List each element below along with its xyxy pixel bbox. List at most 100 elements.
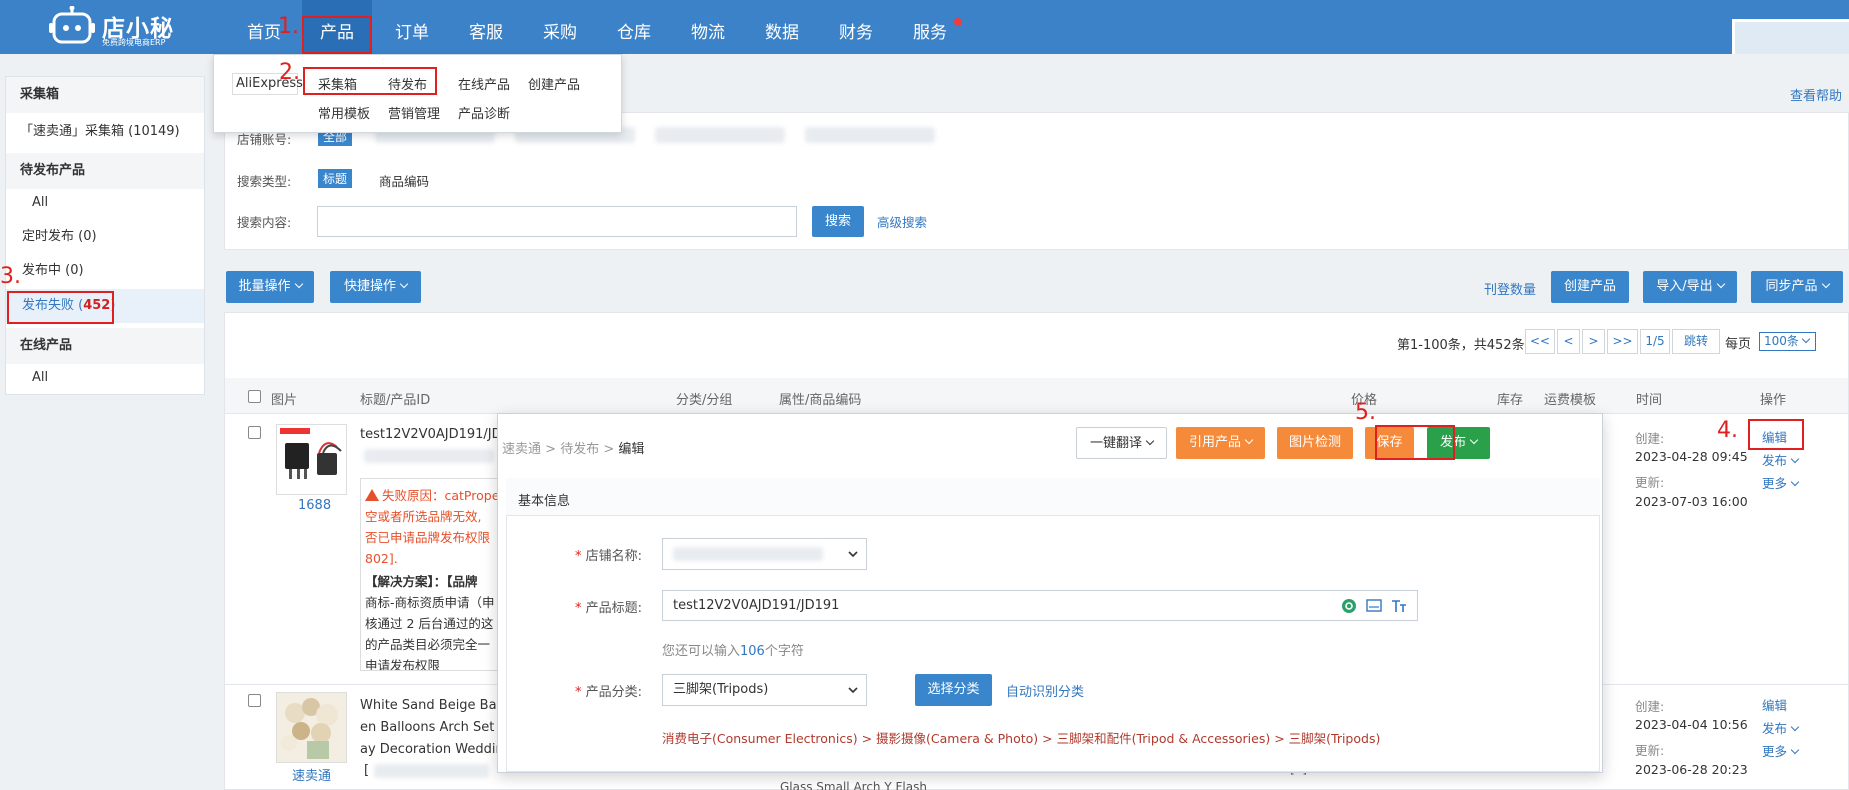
nav-service[interactable]: 客服 (456, 0, 516, 54)
cite-product-button[interactable]: 引用产品 (1176, 427, 1265, 459)
row2-more-link[interactable]: 更多 (1762, 741, 1800, 760)
pager-last[interactable]: >> (1607, 329, 1638, 354)
nav-warehouse[interactable]: 仓库 (604, 0, 664, 54)
help-link[interactable]: 查看帮助 (1790, 85, 1842, 104)
sidebar-item-publishing[interactable]: 发布中 (0) (6, 254, 204, 288)
product-image-relay[interactable] (276, 424, 347, 495)
product-title-input[interactable]: test12V2V0AJD191/JD191 (662, 590, 1418, 621)
nav-services[interactable]: 服务 (900, 0, 960, 54)
nav-data[interactable]: 数据 (752, 0, 812, 54)
nav-purchase[interactable]: 采购 (530, 0, 590, 54)
create-product-button[interactable]: 创建产品 (1551, 271, 1629, 303)
basic-info-title: 基本信息 (518, 494, 571, 509)
row1-updated: 2023-07-03 16:00 (1635, 494, 1748, 509)
pager-first[interactable]: << (1525, 329, 1555, 354)
listing-count-link[interactable]: 刊登数量 (1484, 279, 1536, 298)
search-button[interactable]: 搜索 (812, 206, 864, 237)
shop-name-blurred (673, 547, 823, 561)
menu-item-online-products[interactable]: 在线产品 (458, 74, 510, 93)
sidebar-item-online-all[interactable]: All (6, 361, 204, 395)
row2-title[interactable]: White Sand Beige Ballo en Balloons Arch … (360, 695, 513, 761)
shop-option-blurred[interactable] (805, 127, 935, 143)
row2-product-id-blurred (374, 764, 489, 778)
image-text-icon[interactable] (1366, 599, 1382, 613)
pager-prev[interactable]: < (1557, 329, 1580, 354)
table-header (225, 378, 1848, 414)
text-format-icon[interactable] (1391, 598, 1407, 614)
col-actions: 操作 (1760, 393, 1787, 408)
crumb-aliexpress[interactable]: 速卖通 (502, 442, 541, 457)
select-all-checkbox[interactable] (248, 390, 261, 403)
per-page-select[interactable]: 100条 (1759, 332, 1816, 351)
breadcrumb: 速卖通 > 待发布 > 编辑 (502, 442, 645, 457)
row1-created: 2023-04-28 09:45 (1635, 449, 1748, 464)
search-type-code[interactable]: 商品编码 (379, 171, 429, 190)
sync-products-button[interactable]: 同步产品 (1751, 271, 1843, 303)
auto-detect-category-link[interactable]: 自动识别分类 (1006, 681, 1084, 700)
step-2-annotation: 2. (279, 60, 300, 85)
search-type-title[interactable]: 标题 (318, 169, 353, 188)
col-title: 标题/产品ID (360, 393, 431, 408)
row2-updated: 2023-06-28 20:23 (1635, 762, 1748, 777)
row-checkbox[interactable] (248, 694, 261, 707)
logo-subtitle: 免费跨境电商ERP (102, 38, 166, 47)
col-shipping: 运费模板 (1544, 393, 1597, 408)
shop-option-blurred[interactable] (655, 127, 785, 143)
crumb-pending[interactable]: 待发布 (560, 442, 599, 457)
menu-item-create-product[interactable]: 创建产品 (528, 74, 580, 93)
row2-attribute: Glass Small Arch Y Flash (780, 780, 927, 790)
ai-assist-icon[interactable] (1341, 598, 1357, 614)
choose-category-button[interactable]: 选择分类 (915, 674, 992, 706)
sidebar-item-aliexpress-collect[interactable]: 「速卖通」采集箱 (10149) (6, 115, 204, 149)
row-checkbox[interactable] (248, 426, 261, 439)
advanced-search-link[interactable]: 高级搜索 (877, 212, 927, 231)
row1-more-link[interactable]: 更多 (1762, 473, 1800, 492)
step-5-annotation: 5. (1355, 400, 1376, 425)
row1-title[interactable]: test12V2V0AJD191/JD1 (360, 427, 510, 442)
category-path: 消费电子(Consumer Electronics) > 摄影摄像(Camera… (662, 731, 1381, 746)
per-page-label: 每页 (1725, 337, 1752, 352)
pager-next[interactable]: > (1582, 329, 1605, 354)
shop-name-select[interactable] (662, 538, 867, 570)
sidebar-section-online: 在线产品 (6, 328, 204, 364)
row2-id-bracket: [ (364, 763, 370, 778)
pager-jump[interactable]: 跳转 (1672, 329, 1720, 354)
robot-logo-icon (49, 6, 95, 44)
step-4-highlight (1748, 419, 1804, 450)
row1-updated-label: 更新: (1635, 475, 1665, 490)
title-char-hint: 您还可以输入106个字符 (662, 644, 804, 659)
step-2-highlight (303, 67, 437, 95)
col-time: 时间 (1636, 393, 1663, 408)
step-3-highlight (7, 291, 114, 324)
source-1688[interactable]: 1688 (298, 498, 331, 513)
sidebar-item-scheduled[interactable]: 定时发布 (0) (6, 220, 204, 254)
image-check-button[interactable]: 图片检测 (1277, 427, 1353, 459)
warning-icon (365, 489, 379, 501)
basic-info-header (506, 478, 1600, 516)
batch-actions-button[interactable]: 批量操作 (226, 271, 314, 303)
search-input[interactable] (317, 206, 797, 237)
product-title-label: * 产品标题: (574, 601, 642, 616)
menu-item-diagnosis[interactable]: 产品诊断 (458, 103, 510, 122)
sidebar-item-pending-all[interactable]: All (6, 186, 204, 220)
row1-publish-link[interactable]: 发布 (1762, 450, 1800, 469)
product-category-select[interactable]: 三脚架(Tripods) (662, 674, 867, 706)
quick-actions-button[interactable]: 快捷操作 (330, 271, 421, 303)
pager-summary: 第1-100条，共452条 (1397, 338, 1525, 353)
menu-item-marketing[interactable]: 营销管理 (388, 103, 440, 122)
nav-logistics[interactable]: 物流 (678, 0, 738, 54)
product-image-balloons[interactable] (276, 692, 347, 763)
nav-order[interactable]: 订单 (382, 0, 442, 54)
menu-item-templates[interactable]: 常用模板 (318, 103, 370, 122)
product-category-label: * 产品分类: (574, 685, 642, 700)
import-export-button[interactable]: 导入/导出 (1643, 271, 1737, 303)
source-aliexpress[interactable]: 速卖通 (292, 765, 331, 784)
row2-publish-link[interactable]: 发布 (1762, 718, 1800, 737)
one-click-translate-button[interactable]: 一键翻译 (1076, 427, 1167, 459)
user-account-area[interactable] (1732, 19, 1849, 54)
nav-finance[interactable]: 财务 (826, 0, 886, 54)
left-sidebar: 采集箱 「速卖通」采集箱 (10149) 待发布产品 All 定时发布 (0) … (5, 76, 205, 395)
row2-edit-link[interactable]: 编辑 (1762, 695, 1787, 714)
sidebar-section-pending: 待发布产品 (6, 153, 204, 189)
app-logo[interactable]: 店小秘 免费跨境电商ERP (48, 6, 198, 48)
